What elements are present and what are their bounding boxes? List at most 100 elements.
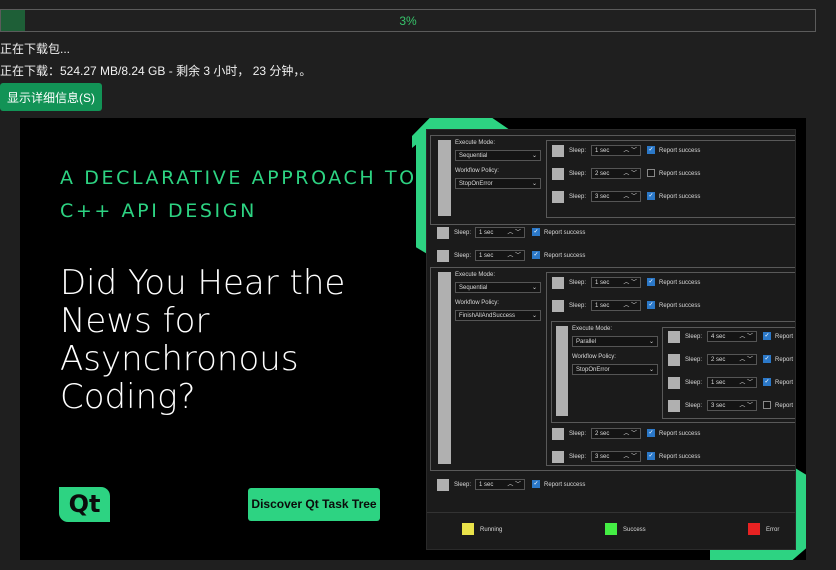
progress-percent: 3% [399, 14, 417, 28]
g3-execute-mode-label: Execute Mode: [572, 326, 613, 332]
sleep-spinbox: 2 sec ︿ ﹀ [591, 428, 641, 439]
spin-arrows-icon: ︿ ﹀ [623, 431, 637, 437]
sleep-spinbox: 4 sec ︿ ﹀ [707, 331, 757, 342]
group-3: Execute Mode: Parallel ⌄ Workflow Policy:… [551, 321, 795, 423]
g2-execute-mode-select: Sequential ⌄ [455, 282, 541, 293]
sleep-spinbox: 3 sec ︿ ﹀ [591, 451, 641, 462]
qt-ad-banner[interactable]: A DECLARATIVE APPROACH TO C++ API DESIGN… [20, 118, 806, 560]
g3-mode-value: Parallel [576, 339, 597, 345]
sleep-spinbox: 1 sec ︿ ﹀ [475, 227, 525, 238]
ad-tagline-line-2: C++ API DESIGN [60, 200, 257, 222]
report-success-label: Report success [659, 431, 701, 437]
sleep-spinbox: 1 sec ︿ ﹀ [475, 479, 525, 490]
download-status: 正在下载包... [0, 42, 71, 56]
report-success-label: Report success [544, 482, 586, 488]
check-icon: ✓ [647, 278, 655, 286]
checkbox-icon [647, 169, 655, 177]
legend-running: Running [480, 527, 503, 533]
sleep-label: Sleep: [569, 280, 587, 286]
group-2-status-bar [438, 272, 451, 464]
spin-arrows-icon: ︿ ﹀ [507, 253, 521, 259]
show-details-button[interactable]: 显示详细信息(S) [0, 83, 102, 111]
sleep-value: 1 sec [595, 303, 610, 309]
spin-arrows-icon: ︿ ﹀ [623, 280, 637, 286]
group-3-status-bar [556, 326, 568, 416]
qt-logo: Qt [59, 487, 110, 522]
g3-workflow-policy-label: Workflow Policy: [572, 354, 616, 360]
sleep-spinbox: 1 sec ︿ ﹀ [707, 377, 757, 388]
row-status-bar [668, 354, 680, 366]
sleep-value: 2 sec [595, 171, 610, 177]
row-status-bar [437, 250, 449, 262]
row-status-bar [552, 145, 564, 157]
sleep-spinbox: 3 sec ︿ ﹀ [591, 191, 641, 202]
sleep-value: 2 sec [711, 357, 726, 363]
g1-workflow-policy-label: Workflow Policy: [455, 168, 499, 174]
chevron-down-icon: ⌄ [531, 313, 537, 319]
sleep-spinbox: 3 sec ︿ ﹀ [707, 400, 757, 411]
g3-inner-group: Sleep: 4 sec ︿ ﹀ ✓ Report Sleep: 2 sec ︿ ﹀… [662, 327, 795, 419]
g1-workflow-policy-select: StopOnError ⌄ [455, 178, 541, 189]
report-success-label: Report success [659, 280, 701, 286]
check-icon: ✓ [647, 192, 655, 200]
group-1-status-bar [438, 140, 451, 216]
spin-arrows-icon: ︿ ﹀ [739, 334, 753, 340]
group-1: Execute Mode: Sequential ⌄ Workflow Polic… [430, 135, 795, 225]
sleep-label: Sleep: [454, 230, 472, 236]
group-2: Execute Mode: Sequential ⌄ Workflow Polic… [430, 267, 795, 471]
row-status-bar [552, 191, 564, 203]
discover-task-tree-button[interactable]: Discover Qt Task Tree [248, 488, 380, 521]
spin-arrows-icon: ︿ ﹀ [739, 403, 753, 409]
sleep-value: 3 sec [595, 194, 610, 200]
check-icon: ✓ [763, 355, 771, 363]
success-legend-icon [605, 523, 617, 535]
row-status-bar [668, 377, 680, 389]
task-tree-demo-screenshot: Execute Mode: Sequential ⌄ Workflow Polic… [426, 129, 796, 550]
row-status-bar [437, 227, 449, 239]
g2-execute-mode-label: Execute Mode: [455, 272, 496, 278]
ad-tagline-line-1: A DECLARATIVE APPROACH TO [60, 167, 417, 189]
check-icon: ✓ [532, 251, 540, 259]
download-progress-bar: 3% [0, 9, 816, 32]
sleep-label: Sleep: [454, 482, 472, 488]
g2-workflow-policy-select: FinishAllAndSuccess ⌄ [455, 310, 541, 321]
sleep-label: Sleep: [569, 148, 587, 154]
row-status-bar [437, 479, 449, 491]
row-status-bar [552, 451, 564, 463]
row-status-bar [552, 277, 564, 289]
checkbox-icon [763, 401, 771, 409]
spin-arrows-icon: ︿ ﹀ [623, 171, 637, 177]
spin-arrows-icon: ︿ ﹀ [623, 454, 637, 460]
legend-error: Error [766, 527, 780, 533]
row-status-bar [552, 300, 564, 312]
g1-mode-value: Sequential [459, 153, 488, 159]
chevron-down-icon: ⌄ [531, 181, 537, 187]
status-legend: Running Success Error [427, 512, 795, 549]
report-success-label: Report success [659, 148, 701, 154]
row-status-bar [668, 400, 680, 412]
row-status-bar [552, 168, 564, 180]
report-success-label: Report success [659, 171, 701, 177]
check-icon: ✓ [763, 378, 771, 386]
download-detail: 正在下载：524.27 MB/8.24 GB - 剩余 3 小时， 23 分钟，… [0, 64, 312, 78]
sleep-value: 1 sec [711, 380, 726, 386]
check-icon: ✓ [532, 228, 540, 236]
check-icon: ✓ [763, 332, 771, 340]
sleep-label: Sleep: [454, 253, 472, 259]
sleep-value: 1 sec [479, 230, 494, 236]
spin-arrows-icon: ︿ ﹀ [623, 194, 637, 200]
g2-policy-value: FinishAllAndSuccess [459, 313, 516, 319]
chevron-down-icon: ⌄ [648, 367, 654, 373]
legend-success: Success [623, 527, 646, 533]
report-label: Report [775, 403, 794, 409]
sleep-value: 1 sec [595, 280, 610, 286]
sleep-value: 3 sec [595, 454, 610, 460]
g3-workflow-policy-select: StopOnError ⌄ [572, 364, 658, 375]
report-label: Report [775, 357, 794, 363]
sleep-label: Sleep: [569, 431, 587, 437]
report-success-label: Report success [544, 253, 586, 259]
spin-arrows-icon: ︿ ﹀ [739, 380, 753, 386]
spin-arrows-icon: ︿ ﹀ [507, 482, 521, 488]
report-label: Report [775, 334, 794, 340]
ad-headline: Did You Hear the News for Asynchronous C… [60, 263, 346, 417]
